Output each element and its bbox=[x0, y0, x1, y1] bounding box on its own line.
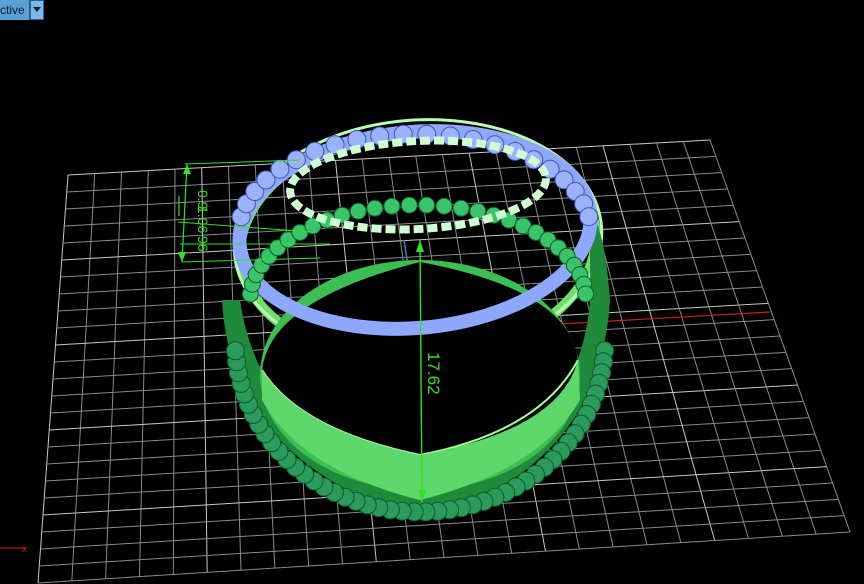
viewport-title-tab[interactable]: ctive bbox=[0, 0, 44, 20]
bead bbox=[383, 197, 401, 215]
viewport-title[interactable]: ctive bbox=[0, 0, 30, 20]
dimension-label-bottom[interactable]: 96 bbox=[195, 236, 211, 252]
bead bbox=[579, 207, 599, 227]
grid-line bbox=[656, 142, 783, 537]
bead bbox=[270, 159, 290, 179]
grid-line bbox=[39, 515, 845, 567]
bead bbox=[366, 199, 384, 217]
bead bbox=[452, 199, 470, 217]
grid-line bbox=[682, 141, 817, 535]
bead bbox=[418, 196, 436, 214]
dimension-label-top[interactable]: 0.9 bbox=[195, 190, 211, 210]
grid-line bbox=[602, 145, 716, 541]
dimension-label-gap[interactable]: 1.06 bbox=[195, 206, 211, 233]
grid-line bbox=[709, 139, 851, 533]
grid-line bbox=[629, 144, 749, 539]
chevron-down-icon[interactable] bbox=[29, 0, 44, 20]
bead bbox=[435, 197, 453, 215]
bead bbox=[577, 285, 595, 303]
bead bbox=[305, 141, 325, 161]
scene-canvas[interactable]: x 17.62 1.06 0.9 96 bbox=[0, 0, 864, 584]
dimension-label-height[interactable]: 17.62 bbox=[424, 352, 443, 395]
world-axis-icon: x bbox=[0, 544, 27, 555]
grid-line bbox=[37, 531, 851, 584]
bead bbox=[400, 196, 418, 214]
bead bbox=[349, 202, 367, 220]
bead bbox=[225, 341, 245, 361]
perspective-viewport[interactable]: ctive x 17.62 1.06 0.9 96 bbox=[0, 0, 864, 584]
svg-text:x: x bbox=[22, 544, 27, 555]
